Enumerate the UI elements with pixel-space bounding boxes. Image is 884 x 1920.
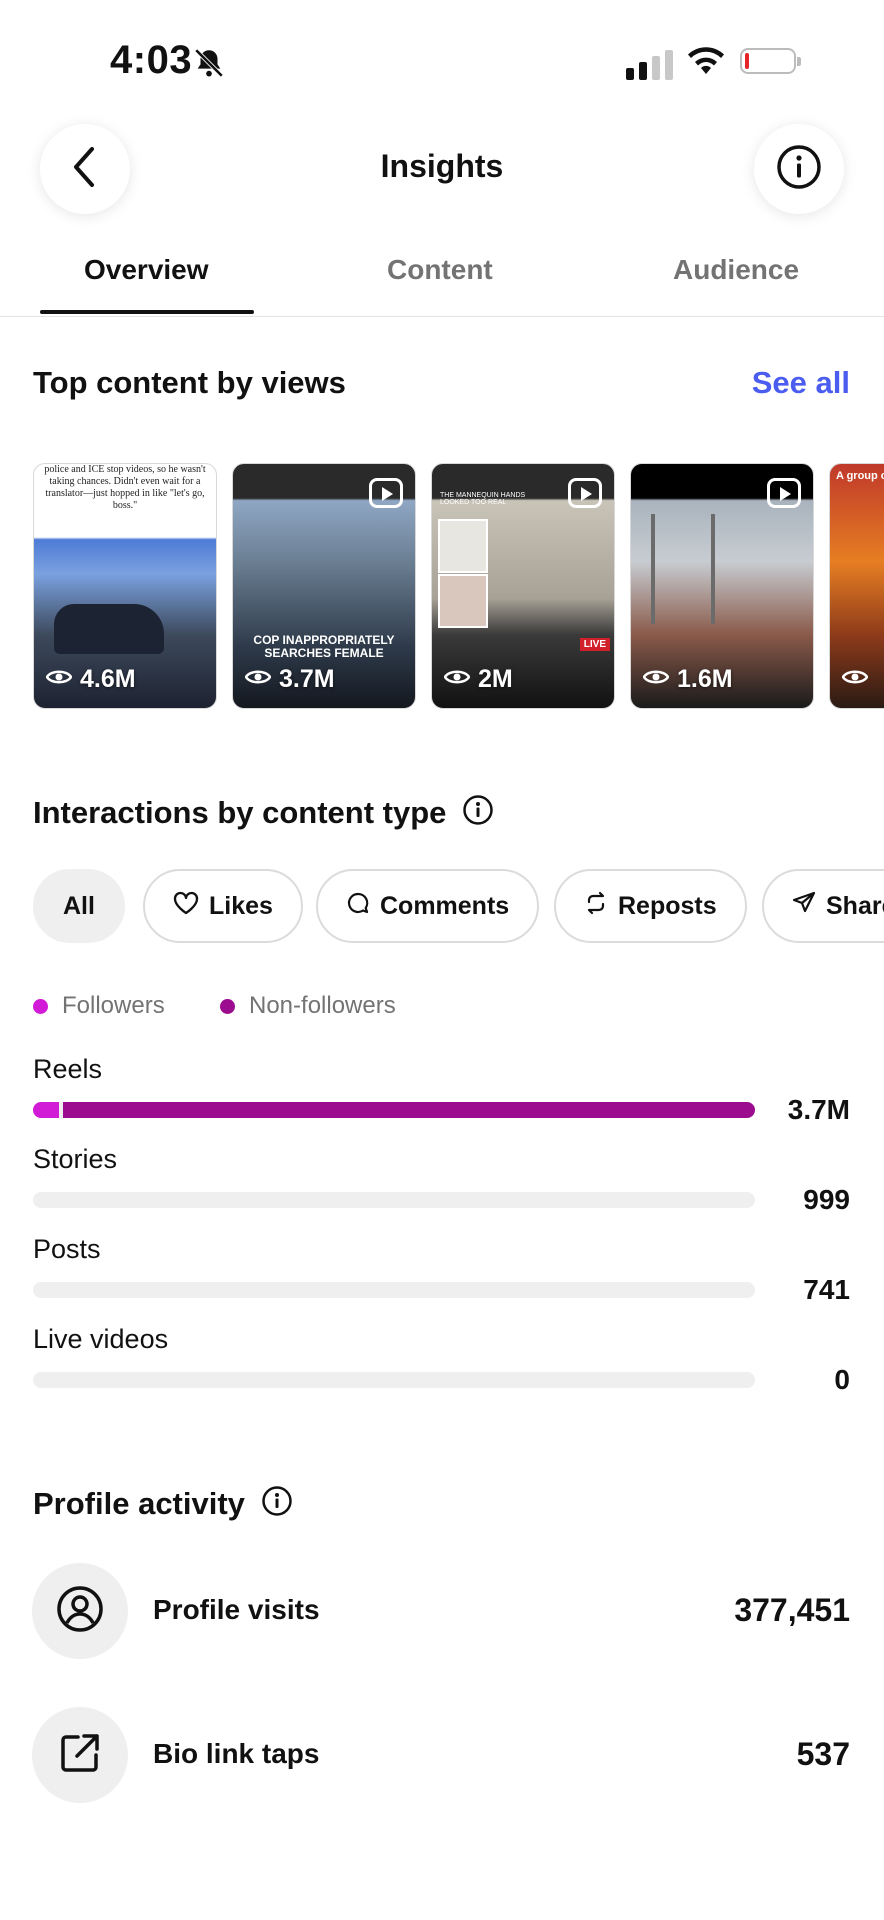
content-thumbnail[interactable]: police and ICE stop videos, so he wasn't… [33,463,217,709]
followers-dot [33,998,48,1014]
bar-stories [33,1192,755,1208]
bell-muted-icon [192,46,226,85]
tab-bar: Overview Content Audience [0,254,884,317]
bar-value-reels: 3.7M [787,1094,850,1125]
bio-link-taps-value: 537 [796,1736,850,1772]
profile-activity-header: Profile activity [33,1485,293,1522]
user-circle-icon [56,1585,104,1638]
views-count: 4.6M [45,665,136,694]
bar-live-videos [33,1372,755,1388]
interactions-title: Interactions by content type [33,794,447,830]
door-frame [711,514,715,624]
live-badge: LIVE [579,638,610,651]
profile-visits-value: 377,451 [734,1592,850,1628]
views-count: 2M [443,665,513,694]
bar-label-stories: Stories [33,1144,118,1174]
eye-icon [642,665,670,694]
eye-icon [841,665,869,694]
reels-icon [369,478,403,508]
eye-icon [443,665,471,694]
eye-icon [244,665,272,694]
bar-reels [33,1102,755,1118]
tab-audience[interactable]: Audience [673,254,799,286]
reels-icon [568,478,602,508]
info-button[interactable] [754,124,844,214]
cellular-signal-icon [626,50,673,80]
info-icon[interactable] [261,1485,293,1522]
content-thumbnail[interactable]: A group of ... bucket of co... who [829,463,884,709]
views-count: 3.7M [244,665,335,694]
interaction-filter-chips: All Likes Comments Reposts Shares [33,869,884,947]
heart-icon [173,891,199,922]
thumbnail-caption: A group of ... bucket of co... who [836,470,884,482]
views-count: 1.6M [642,665,733,694]
profile-activity-title: Profile activity [33,1485,245,1521]
top-content-carousel[interactable]: police and ICE stop videos, so he wasn't… [33,463,884,711]
bar-segment-non-followers [62,1102,755,1118]
thumbnail-caption: THE MANNEQUIN HANDS LOOKED TOO REAL [440,492,526,506]
profile-visits-label: Profile visits [153,1594,320,1625]
page-title: Insights [380,148,504,184]
see-all-link[interactable]: See all [752,365,850,401]
bar-value-live-videos: 0 [834,1364,850,1395]
inset-photo [438,574,488,628]
bar-label-reels: Reels [33,1054,103,1084]
external-link-icon [56,1729,104,1782]
reels-icon [767,478,801,508]
bar-label-posts: Posts [33,1234,101,1264]
bio-link-icon-wrap [32,1707,128,1803]
bar-posts [33,1282,755,1298]
interactions-header: Interactions by content type [33,794,494,831]
info-icon[interactable] [462,794,494,831]
active-tab-indicator [40,310,254,314]
tab-content[interactable]: Content [387,254,493,286]
chip-likes[interactable]: Likes [143,869,303,943]
repost-icon [584,891,608,922]
eye-icon [45,665,73,694]
door-frame [651,514,655,624]
comment-icon [346,891,370,922]
battery-icon [740,48,801,74]
status-time: 4:03 [110,38,193,82]
legend-non-followers: Non-followers [220,992,396,1020]
top-content-title: Top content by views [33,365,346,400]
thumbnail-caption: COP INAPPROPRIATELY SEARCHES FEMALE [253,633,395,660]
non-followers-dot [220,998,235,1014]
car-graphic [54,604,164,654]
views-count [841,665,876,694]
thumbnail-caption: police and ICE stop videos, so he wasn't… [44,464,206,511]
chip-all[interactable]: All [33,869,125,943]
wifi-icon [686,46,726,81]
bio-link-taps-label: Bio link taps [153,1738,320,1769]
chip-reposts[interactable]: Reposts [554,869,747,943]
profile-visits-icon-wrap [32,1563,128,1659]
content-thumbnail[interactable]: 1.6M [630,463,814,709]
content-thumbnail[interactable]: THE MANNEQUIN HANDS LOOKED TOO REAL LIVE… [431,463,615,709]
tab-overview[interactable]: Overview [84,254,209,286]
bar-label-live-videos: Live videos [33,1324,169,1354]
share-icon [792,891,816,922]
chip-comments[interactable]: Comments [316,869,540,943]
legend-followers: Followers [33,992,165,1020]
info-icon [776,144,822,195]
inset-photo [438,519,488,573]
bar-value-stories: 999 [803,1184,850,1215]
chip-shares[interactable]: Shares [762,869,884,943]
bar-segment-followers [33,1102,59,1118]
content-thumbnail[interactable]: COP INAPPROPRIATELY SEARCHES FEMALE 3.7M [232,463,416,709]
bar-value-posts: 741 [803,1274,850,1305]
